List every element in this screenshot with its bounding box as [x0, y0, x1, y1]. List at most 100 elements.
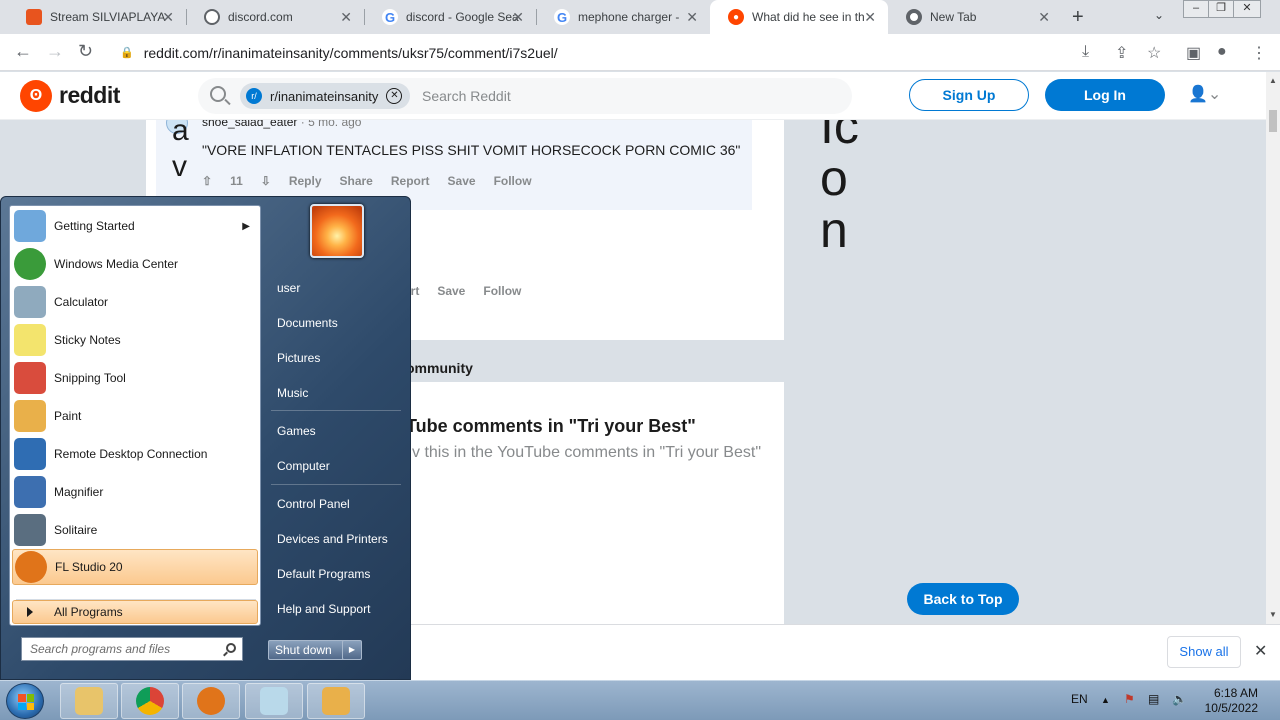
close-tab-icon[interactable]: ✕	[1038, 9, 1050, 26]
bookmark-star-icon[interactable]: ☆	[1147, 43, 1161, 63]
close-download-bar-icon[interactable]: ✕	[1254, 641, 1267, 661]
program-paint[interactable]: Paint	[12, 398, 258, 434]
forward-icon[interactable]: →	[46, 41, 64, 62]
network-icon[interactable]: ▤	[1148, 692, 1159, 706]
program-windows-media-center[interactable]: Windows Media Center	[12, 246, 258, 282]
link-documents[interactable]: Documents	[277, 316, 338, 330]
taskbar-fl-studio[interactable]	[182, 683, 240, 719]
back-icon[interactable]: ←	[14, 41, 32, 62]
profile-icon[interactable]: ●	[1217, 43, 1227, 61]
address-bar[interactable]: 🔒 reddit.com/r/inanimateinsanity/comment…	[108, 38, 1068, 67]
scroll-down-icon[interactable]: ▼	[1269, 610, 1277, 619]
action-center-icon[interactable]: ⚑	[1124, 692, 1135, 706]
report-button[interactable]: Report	[391, 174, 430, 188]
close-tab-icon[interactable]: ✕	[340, 9, 352, 26]
back-to-top-button[interactable]: Back to Top	[907, 583, 1019, 615]
link-user[interactable]: user	[277, 281, 300, 295]
link-help-support[interactable]: Help and Support	[277, 602, 370, 616]
downvote-icon[interactable]: ⇩	[261, 174, 271, 188]
reddit-logo-icon[interactable]: ʘ	[20, 80, 52, 112]
maximize-button[interactable]: ❐	[1208, 0, 1234, 18]
comment-author[interactable]: shoe_salad_eater	[202, 120, 297, 129]
link-games[interactable]: Games	[277, 424, 316, 438]
follow-button[interactable]: Follow	[483, 284, 521, 298]
tab-google-discord[interactable]: G discord - Google Sea ✕	[364, 0, 536, 34]
log-in-button[interactable]: Log In	[1045, 79, 1165, 111]
new-tab-button[interactable]: +	[1072, 6, 1084, 29]
comment-time[interactable]: 5 mo. ago	[308, 120, 361, 129]
taskbar-explorer[interactable]	[60, 683, 118, 719]
clock-date: 10/5/2022	[1204, 701, 1258, 715]
program-remote-desktop[interactable]: Remote Desktop Connection	[12, 436, 258, 472]
save-button[interactable]: Save	[437, 284, 465, 298]
getting-started-icon	[14, 210, 46, 242]
related-post-title[interactable]: Tube comments in "Tri your Best"	[406, 416, 696, 437]
language-indicator[interactable]: EN	[1071, 692, 1088, 706]
program-calculator[interactable]: Calculator	[12, 284, 258, 320]
save-button[interactable]: Save	[448, 174, 476, 188]
subreddit-search-chip[interactable]: r/ r/inanimateinsanity ✕	[240, 83, 411, 109]
reply-button[interactable]: Reply	[289, 174, 322, 188]
minimize-button[interactable]: –	[1183, 0, 1209, 18]
scroll-up-icon[interactable]: ▲	[1269, 76, 1277, 85]
upvote-icon[interactable]: ⇧	[202, 174, 212, 188]
close-tab-icon[interactable]: ✕	[864, 9, 876, 26]
start-button[interactable]	[6, 683, 44, 719]
paint-icon	[322, 687, 350, 715]
taskbar-chrome[interactable]	[121, 683, 179, 719]
chrome-menu-icon[interactable]: ⋮	[1251, 43, 1267, 63]
follow-button[interactable]: Follow	[494, 174, 532, 188]
close-window-button[interactable]: ✕	[1233, 0, 1261, 18]
program-fl-studio[interactable]: FL Studio 20	[12, 549, 258, 585]
url-text[interactable]: reddit.com/r/inanimateinsanity/comments/…	[144, 45, 558, 61]
side-panel-icon[interactable]: ▣	[1186, 43, 1201, 63]
show-hidden-icons[interactable]: ▲	[1101, 695, 1110, 705]
reload-icon[interactable]: ↻	[78, 41, 93, 62]
link-computer[interactable]: Computer	[277, 459, 330, 473]
close-tab-icon[interactable]: ✕	[686, 9, 698, 26]
system-clock[interactable]: 6:18 AM 10/5/2022	[1198, 686, 1258, 716]
tab-google-mephone[interactable]: G mephone charger - ✕	[536, 0, 710, 34]
link-pictures[interactable]: Pictures	[277, 351, 320, 365]
scrollbar-thumb[interactable]	[1269, 110, 1277, 132]
close-tab-icon[interactable]: ✕	[162, 9, 174, 26]
taskbar-paint[interactable]	[307, 683, 365, 719]
link-devices-printers[interactable]: Devices and Printers	[277, 532, 388, 546]
link-control-panel[interactable]: Control Panel	[277, 497, 350, 511]
lock-icon[interactable]: 🔒	[120, 46, 134, 59]
magnifier-icon	[14, 476, 46, 508]
link-music[interactable]: Music	[277, 386, 308, 400]
all-programs-button[interactable]: All Programs	[12, 600, 258, 624]
tab-stream[interactable]: Stream SILVIAPLAYA ✕	[8, 0, 186, 34]
tab-search-icon[interactable]: ⌄	[1154, 8, 1164, 22]
sign-up-button[interactable]: Sign Up	[909, 79, 1029, 111]
link-default-programs[interactable]: Default Programs	[277, 567, 370, 581]
program-solitaire[interactable]: Solitaire	[12, 512, 258, 548]
install-app-icon[interactable]: ⤓	[1082, 43, 1089, 61]
program-magnifier[interactable]: Magnifier	[12, 474, 258, 510]
clear-chip-icon[interactable]: ✕	[386, 88, 403, 104]
shutdown-options-arrow-icon[interactable]: ▶	[342, 640, 362, 660]
share-button[interactable]: Share	[340, 174, 373, 188]
volume-icon[interactable]: 🔈	[1172, 692, 1187, 706]
tab-new[interactable]: New Tab ✕	[888, 0, 1062, 34]
search-input[interactable]: Search Reddit	[422, 88, 511, 104]
submenu-arrow-icon[interactable]: ▶	[242, 221, 250, 232]
page-scrollbar[interactable]: ▲ ▼	[1266, 72, 1280, 624]
tab-reddit[interactable]: ● What did he see in th ✕	[710, 0, 888, 34]
reddit-wordmark[interactable]: reddit	[59, 82, 120, 109]
search-icon[interactable]	[226, 643, 236, 653]
show-all-downloads-button[interactable]: Show all	[1167, 636, 1241, 668]
user-picture[interactable]	[310, 204, 364, 258]
taskbar-notes[interactable]	[245, 683, 303, 719]
program-getting-started[interactable]: Getting Started ▶	[12, 208, 258, 244]
start-search-input[interactable]: Search programs and files	[21, 637, 243, 661]
program-snipping-tool[interactable]: Snipping Tool	[12, 360, 258, 396]
program-sticky-notes[interactable]: Sticky Notes	[12, 322, 258, 358]
share-icon[interactable]: ⇪	[1115, 43, 1128, 63]
reddit-search-bar[interactable]: r/ r/inanimateinsanity ✕ Search Reddit	[198, 78, 852, 114]
user-menu-icon[interactable]: 👤⌄	[1188, 84, 1221, 104]
close-tab-icon[interactable]: ✕	[512, 9, 524, 26]
shut-down-button[interactable]: Shut down	[268, 640, 348, 660]
tab-discord[interactable]: discord.com ✕	[186, 0, 364, 34]
